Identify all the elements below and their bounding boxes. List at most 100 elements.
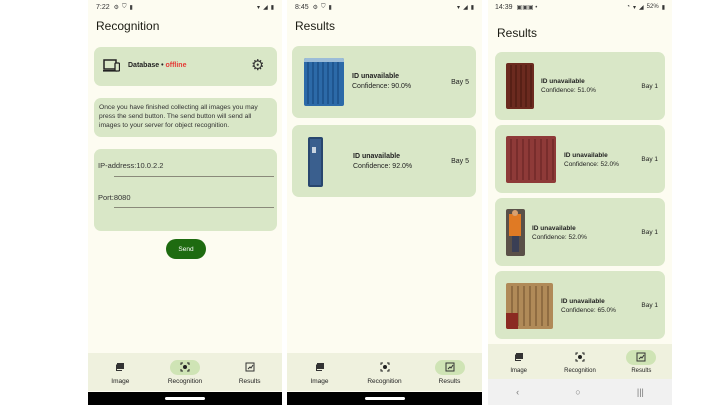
result-bay: Bay 1 [641,83,658,90]
result-row[interactable]: ID unavailable Confidence: 90.0% Bay 5 [292,46,476,118]
status-time: 7:22 [96,3,110,11]
container-thumbnail [304,58,344,106]
info-card: Once you have finished collecting all im… [94,98,277,137]
status-time: 14:39 [495,3,513,11]
alarm-icon: ◔ [626,4,631,10]
nav-results[interactable]: Results [611,344,672,379]
nav-recognition[interactable]: Recognition [153,353,218,391]
results-icon [235,360,265,375]
signal-icon: ◢ [639,4,644,11]
nav-image[interactable]: Image [488,344,549,379]
result-confidence: Confidence: 52.0% [564,161,619,168]
nav-recognition-label: Recognition [564,367,596,374]
database-label: Database [128,62,160,69]
sim-status-icon: ▮ [129,4,133,11]
image-icon [305,360,335,375]
notification-icons: ▣▣▣ • [516,4,538,11]
page-title: Recognition [96,19,160,33]
settings-status-icon: ⚙ [312,4,319,11]
nav-results-label: Results [238,377,261,385]
nav-recognition[interactable]: Recognition [549,344,610,379]
result-bay: Bay 5 [451,79,469,86]
home-icon[interactable]: ○ [575,387,580,397]
nav-image[interactable]: Image [88,353,153,391]
battery-icon: ▮ [270,4,274,11]
back-icon[interactable]: ‹ [516,387,519,397]
status-bar: 14:39 ▣▣▣ • ◔ ▾ ◢ 52% ▮ [488,0,672,14]
recognition-icon [565,350,595,365]
results-icon [626,349,657,365]
bottom-nav: Image Recognition Results [287,353,482,391]
result-confidence: Confidence: 65.0% [561,307,616,314]
nav-image-label: Image [510,367,527,374]
nav-recognition[interactable]: Recognition [352,353,417,391]
signal-icon: ◢ [463,4,468,11]
result-bay: Bay 5 [451,158,469,165]
recognition-icon [170,359,200,375]
gear-icon[interactable]: ⚙ [251,58,264,73]
result-title: ID unavailable [353,153,401,160]
port-field[interactable]: 8080 [114,193,131,202]
recognition-screen: 7:22 ⚙ ⛉ ▮ ▾ ◢ ▮ Recognition Database • … [88,0,282,405]
shield-status-icon: ⛉ [321,3,326,10]
result-row[interactable]: ID unavailable Confidence: 92.0% Bay 5 [292,125,476,197]
result-bay: Bay 1 [641,229,658,236]
result-title: ID unavailable [352,73,400,80]
results-screen-device-2: 14:39 ▣▣▣ • ◔ ▾ ◢ 52% ▮ Results ID unava… [488,0,672,405]
battery-icon: ▮ [661,4,665,11]
battery-percent: 52% [646,4,659,10]
home-indicator[interactable] [165,397,205,400]
status-bar: 7:22 ⚙ ⛉ ▮ ▾ ◢ ▮ [88,0,282,14]
nav-recognition-label: Recognition [367,377,402,385]
result-row[interactable]: ID unavailable Confidence: 52.0% Bay 1 [495,198,665,266]
bottom-nav: Image Recognition Results [488,344,672,379]
result-row[interactable]: ID unavailable Confidence: 65.0% Bay 1 [495,271,665,339]
nav-image-label: Image [310,377,329,385]
devices-icon [103,59,121,78]
nav-results-label: Results [631,367,652,374]
wifi-icon: ▾ [457,4,461,11]
wifi-icon: ▾ [257,4,261,11]
nav-results[interactable]: Results [417,353,482,391]
nav-recognition-label: Recognition [167,377,203,385]
ip-label: IP-address: [98,161,137,170]
page-title: Results [295,19,336,33]
nav-results[interactable]: Results [217,353,282,391]
nav-image[interactable]: Image [287,353,352,391]
status-bar: 8:45 ⚙ ⛉ ▮ ▾ ◢ ▮ [287,0,482,14]
gesture-bar [88,392,282,405]
result-bay: Bay 1 [641,302,658,309]
result-row[interactable]: ID unavailable Confidence: 51.0% Bay 1 [495,52,665,120]
info-text: Once you have finished collecting all im… [99,104,258,129]
result-bay: Bay 1 [641,156,658,163]
home-indicator[interactable] [364,397,405,400]
send-button[interactable]: Send [166,239,206,259]
results-screen: 8:45 ⚙ ⛉ ▮ ▾ ◢ ▮ Results ID unavailable … [287,0,482,405]
container-thumbnail [506,283,553,329]
result-confidence: Confidence: 52.0% [532,234,587,241]
nav-results-label: Results [438,377,461,385]
container-thumbnail [506,136,556,183]
container-thumbnail [506,63,534,109]
database-card: Database • offline ⚙ [94,47,277,86]
nav-image-label: Image [111,377,130,385]
gesture-bar [287,392,482,405]
sim-status-icon: ▮ [328,4,332,11]
page-title: Results [497,26,538,40]
recents-icon[interactable]: ||| [637,387,644,397]
battery-icon: ▮ [470,4,474,11]
server-card: IP-address:10.0.2.2 Port:8080 [94,149,277,231]
shield-status-icon: ⛉ [122,3,127,10]
status-time: 8:45 [295,3,309,11]
container-thumbnail [506,209,525,256]
recognition-icon [370,360,400,375]
ip-field[interactable]: 10.0.2.2 [136,161,163,170]
result-row[interactable]: ID unavailable Confidence: 52.0% Bay 1 [495,125,665,193]
bottom-nav: Image Recognition Results [88,353,282,391]
image-icon [105,360,135,375]
result-confidence: Confidence: 92.0% [353,163,413,170]
results-icon [434,359,465,375]
ip-underline [114,176,274,177]
image-icon [504,350,534,365]
result-title: ID unavailable [541,78,585,85]
